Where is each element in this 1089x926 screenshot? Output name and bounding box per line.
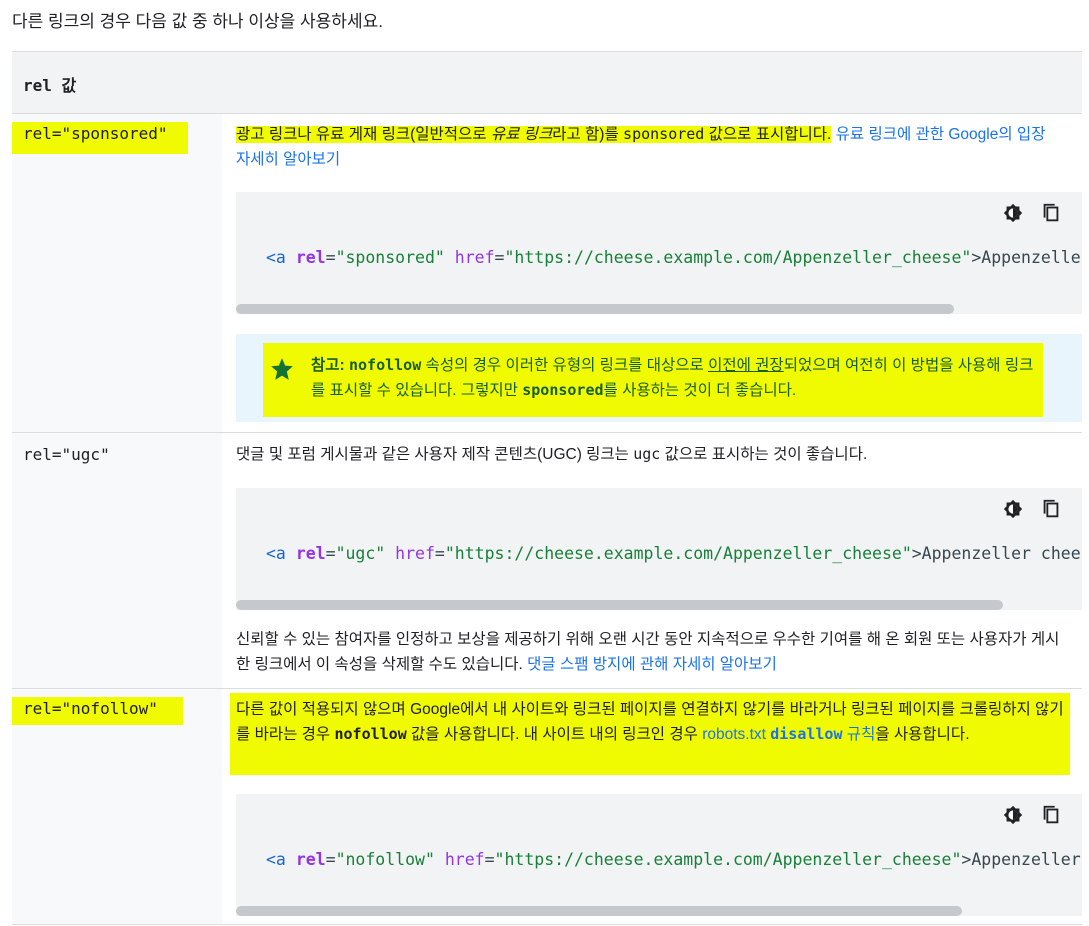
rel-key-ugc: rel="ugc" (23, 445, 110, 464)
rel-values-table: rel 값 rel="sponsored" 광고 링크나 유료 게재 링크(일반… (12, 51, 1082, 925)
comment-spam-learn-more-link[interactable]: 댓글 스팸 방지에 관해 자세히 알아보기 (527, 656, 777, 673)
rel-after-ugc: 신뢰할 수 있는 참여자를 인정하고 보상을 제공하기 위해 오랜 시간 동안 … (236, 631, 1060, 673)
rel-key-nofollow: rel="nofollow" (12, 697, 183, 725)
rel-desc-sponsored: 광고 링크나 유료 게재 링크(일반적으로 유료 링크라고 함)를 sponso… (236, 125, 1046, 168)
code-scrollbar[interactable] (236, 304, 954, 314)
copy-icon[interactable] (1040, 804, 1062, 826)
rel-desc-ugc: 댓글 및 포럼 게시물과 같은 사용자 제작 콘텐츠(UGC) 링크는 ugc … (236, 445, 868, 463)
star-icon (271, 358, 293, 380)
table-row-ugc: rel="ugc" 댓글 및 포럼 게시물과 같은 사용자 제작 콘텐츠(UGC… (12, 433, 1082, 689)
rel-key-sponsored: rel="sponsored" (12, 122, 188, 154)
code-scrollbar[interactable] (236, 600, 1003, 610)
dark-mode-toggle-icon[interactable] (1002, 804, 1024, 826)
code-sample-sponsored: <a rel="sponsored" href="https://cheese.… (236, 192, 1082, 314)
intro-text: 다른 링크의 경우 다음 값 중 하나 이상을 사용하세요. (12, 12, 383, 31)
copy-icon[interactable] (1040, 498, 1062, 520)
table-header: rel 값 (12, 51, 1082, 114)
code-scrollbar[interactable] (236, 906, 962, 916)
robots-disallow-rule-link[interactable]: robots.txt disallow 규칙 (702, 725, 875, 743)
code-sample-ugc: <a rel="ugc" href="https://cheese.exampl… (236, 488, 1082, 610)
code-line: <a rel="nofollow" href="https://cheese.e… (266, 850, 1082, 869)
code-line: <a rel="ugc" href="https://cheese.exampl… (266, 544, 1082, 563)
dark-mode-toggle-icon[interactable] (1002, 202, 1024, 224)
note-text: 참고: nofollow 속성의 경우 이러한 유형의 링크를 대상으로 이전에… (311, 356, 1034, 399)
dark-mode-toggle-icon[interactable] (1002, 498, 1024, 520)
previously-recommended-link[interactable]: 이전에 권장 (708, 357, 784, 374)
header-rel-value: rel 값 (23, 76, 77, 95)
table-row-sponsored: rel="sponsored" 광고 링크나 유료 게재 링크(일반적으로 유료… (12, 114, 1082, 433)
note-callout: 참고: nofollow 속성의 경우 이러한 유형의 링크를 대상으로 이전에… (236, 334, 1082, 422)
copy-icon[interactable] (1040, 202, 1062, 224)
code-sample-nofollow: <a rel="nofollow" href="https://cheese.e… (236, 794, 1082, 916)
code-line: <a rel="sponsored" href="https://cheese.… (266, 248, 1082, 267)
table-row-nofollow: rel="nofollow" 다른 값이 적용되지 않으며 Google에서 내… (12, 689, 1082, 925)
rel-desc-nofollow: 다른 값이 적용되지 않으며 Google에서 내 사이트와 링크된 페이지를 … (236, 701, 1064, 743)
